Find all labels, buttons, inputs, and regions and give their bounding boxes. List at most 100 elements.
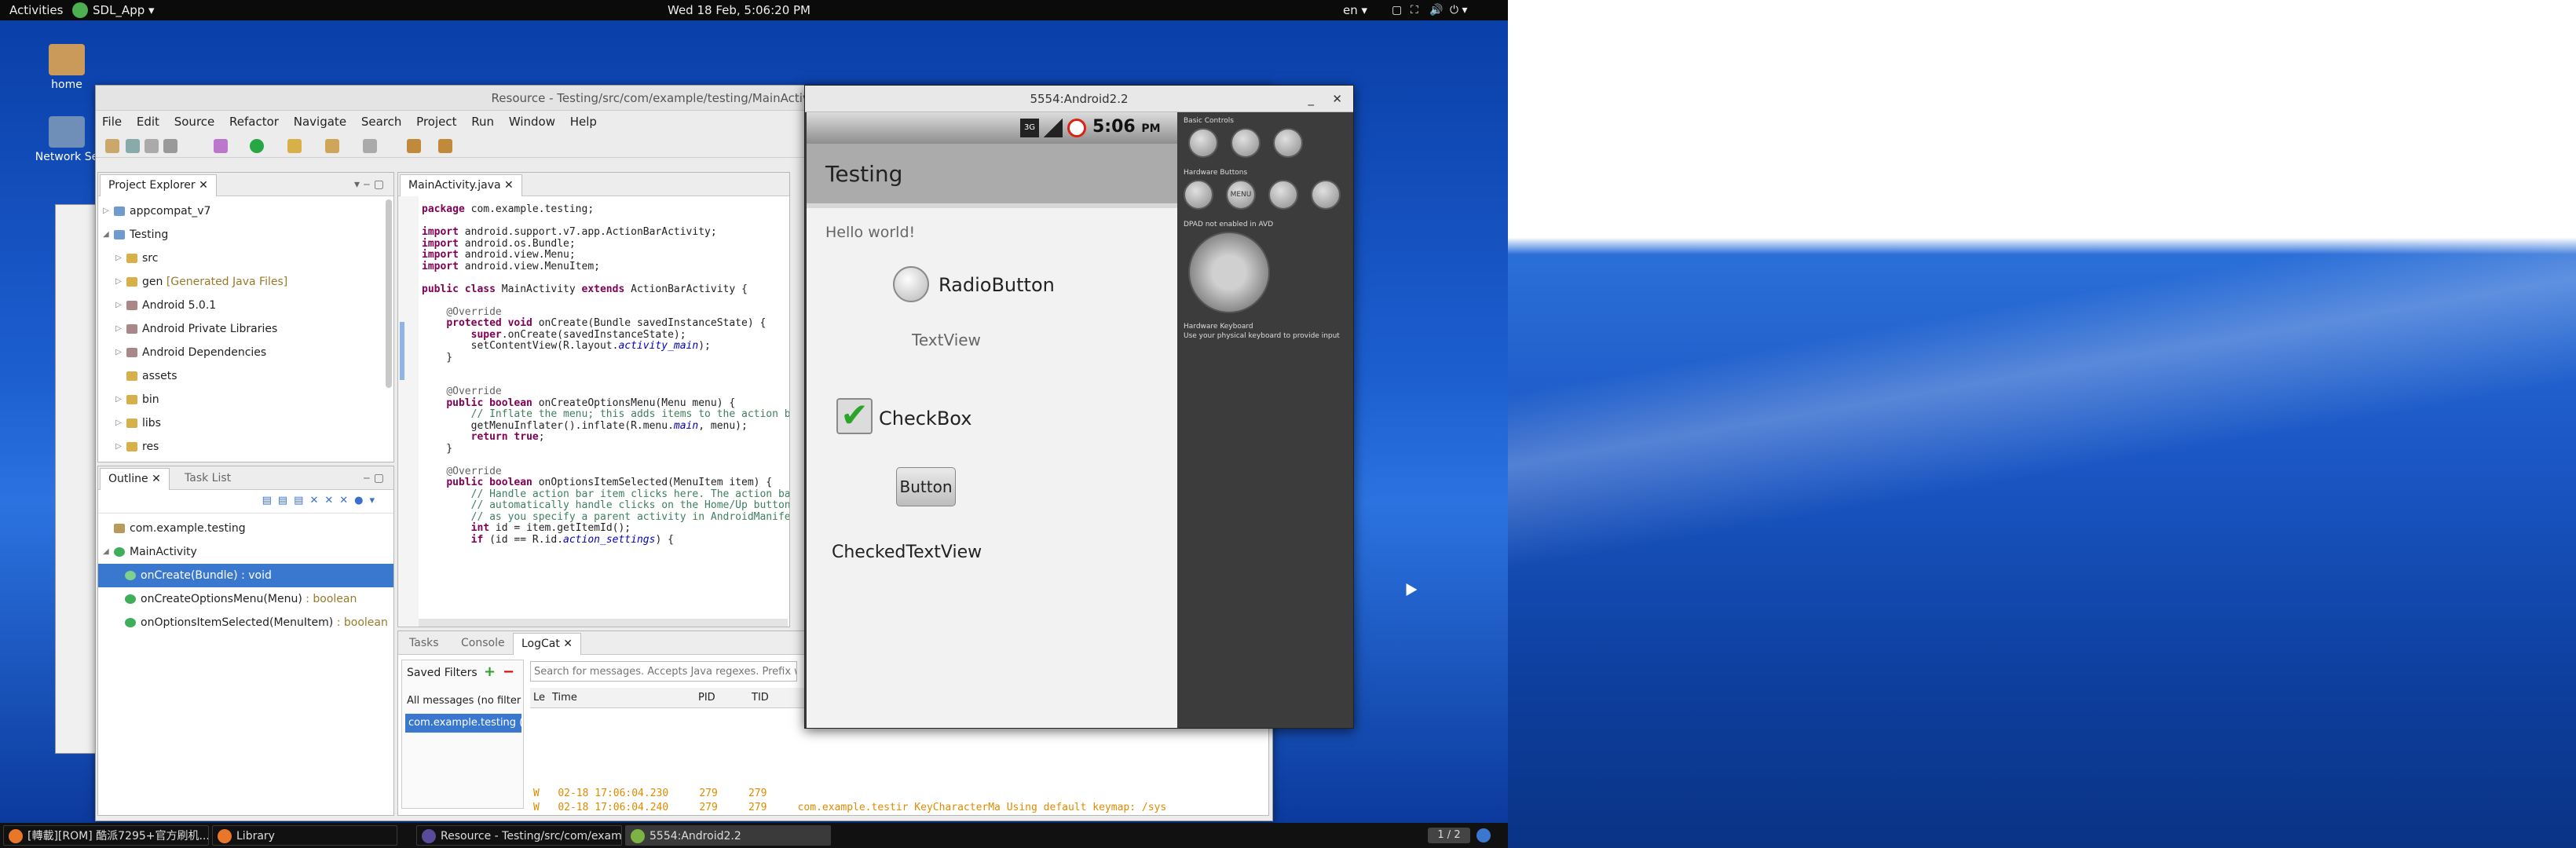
- tree-item-bin[interactable]: ▷ bin: [98, 388, 159, 411]
- collapse-icon[interactable]: ◢: [103, 223, 114, 247]
- explorer-scrollbar[interactable]: [386, 199, 392, 388]
- expand-icon[interactable]: ▷: [115, 411, 126, 435]
- new-icon[interactable]: [105, 139, 119, 153]
- outline-item-class[interactable]: ◢ MainActivity: [98, 540, 197, 564]
- print-icon[interactable]: [163, 139, 177, 153]
- radio-button[interactable]: [893, 266, 929, 302]
- column-tid[interactable]: TID: [752, 688, 769, 708]
- tab-tasks[interactable]: Tasks: [401, 633, 447, 655]
- navigate-icon[interactable]: [363, 139, 377, 153]
- tab-logcat[interactable]: LogCat ✕: [513, 633, 582, 655]
- volume-icon[interactable]: 🔊: [1429, 0, 1443, 20]
- task-browser-rom[interactable]: [轉載][ROM] 酷派7295+官方刷机...: [3, 825, 209, 846]
- filter-com-example-testing[interactable]: com.example.testing (: [405, 714, 521, 733]
- tree-item-testing[interactable]: ◢ Testing: [98, 223, 168, 247]
- tree-item-dependencies[interactable]: ▷ Android Dependencies: [98, 341, 266, 364]
- tree-item-appcompat[interactable]: ▷ appcompat_v7: [98, 199, 210, 223]
- close-icon[interactable]: ✕: [1332, 86, 1342, 112]
- home-button[interactable]: [1184, 180, 1213, 210]
- menu-project[interactable]: Project: [416, 115, 456, 129]
- menu-refactor[interactable]: Refactor: [229, 115, 279, 129]
- outline-item-oncreateoptionsmenu[interactable]: onCreateOptionsMenu(Menu) : boolean: [98, 587, 357, 611]
- language-indicator[interactable]: en ▾: [1343, 0, 1367, 20]
- expand-icon[interactable]: ▷: [115, 388, 126, 411]
- task-eclipse[interactable]: Resource - Testing/src/com/exam...: [416, 825, 622, 846]
- expand-icon[interactable]: ▷: [115, 341, 126, 364]
- code-area[interactable]: package com.example.testing; import andr…: [422, 203, 789, 546]
- power-icon[interactable]: ⏻ ▾: [1450, 0, 1468, 20]
- tab-task-list[interactable]: Task List: [177, 468, 239, 490]
- minimize-icon[interactable]: _: [1308, 86, 1315, 112]
- expand-icon[interactable]: ▷: [115, 270, 126, 294]
- tab-mainactivity-java[interactable]: MainActivity.java ✕: [400, 174, 522, 196]
- app-menu[interactable]: SDL_App ▾: [93, 0, 155, 20]
- log-row[interactable]: W 02-18 17:06:04.230 279 279: [533, 788, 767, 800]
- expand-icon[interactable]: ▷: [103, 199, 114, 223]
- debug-icon[interactable]: [214, 139, 228, 153]
- remove-filter-icon[interactable]: −: [503, 663, 514, 680]
- emulator-title-bar[interactable]: 5554:Android2.2 _ ✕: [805, 86, 1353, 112]
- menu-navigate[interactable]: Navigate: [294, 115, 346, 129]
- power-button[interactable]: [1273, 128, 1303, 158]
- column-pid[interactable]: PID: [698, 688, 715, 708]
- dpad-control[interactable]: [1188, 232, 1270, 313]
- tab-project-explorer[interactable]: Project Explorer ✕: [100, 174, 217, 196]
- tree-item-res[interactable]: ▷ res: [98, 435, 159, 459]
- outline-item-onoptionsitemselected[interactable]: onOptionsItemSelected(MenuItem) : boolea…: [98, 611, 388, 634]
- menu-source[interactable]: Source: [174, 115, 215, 129]
- column-time[interactable]: Time: [552, 688, 577, 708]
- back-arrow-icon[interactable]: [407, 139, 421, 153]
- outline-item-oncreate[interactable]: onCreate(Bundle) : void: [98, 564, 393, 587]
- checked-textview[interactable]: CheckedTextView: [832, 543, 982, 562]
- menu-search[interactable]: Search: [361, 115, 402, 129]
- expand-icon[interactable]: ▷: [115, 317, 126, 341]
- volume-up-button[interactable]: [1231, 128, 1261, 158]
- menu-button[interactable]: MENU: [1226, 180, 1256, 210]
- task-library[interactable]: Library: [212, 825, 397, 846]
- logcat-search-input[interactable]: [530, 661, 797, 682]
- activities-button[interactable]: Activities: [9, 0, 63, 20]
- panel-window-controls[interactable]: ‒ ▢: [363, 466, 384, 490]
- tree-item-android-sdk[interactable]: ▷ Android 5.0.1: [98, 294, 216, 317]
- expand-icon[interactable]: ▷: [115, 294, 126, 317]
- expand-icon[interactable]: ▷: [115, 435, 126, 459]
- editor-horizontal-scrollbar[interactable]: [419, 619, 788, 627]
- clock[interactable]: Wed 18 Feb, 5:06:20 PM: [668, 0, 810, 20]
- menu-run[interactable]: Run: [471, 115, 494, 129]
- search-button[interactable]: [1311, 180, 1341, 210]
- tree-item-src[interactable]: ▷ src: [98, 247, 158, 270]
- search-icon[interactable]: [325, 139, 339, 153]
- network-icon[interactable]: ⛶: [1411, 0, 1418, 20]
- tree-item-gen[interactable]: ▷ gen [Generated Java Files]: [98, 270, 287, 294]
- save-all-icon[interactable]: [145, 139, 159, 153]
- column-level[interactable]: Le: [533, 688, 545, 708]
- save-icon[interactable]: [126, 139, 140, 153]
- android-emulator-window[interactable]: 5554:Android2.2 _ ✕ 3G 5:06 PM Testing H…: [804, 85, 1354, 729]
- tab-console[interactable]: Console: [453, 633, 513, 655]
- android-button[interactable]: Button: [896, 467, 956, 506]
- window-icon[interactable]: ▢: [1392, 0, 1402, 20]
- menu-edit[interactable]: Edit: [137, 115, 159, 129]
- emulator-screen[interactable]: 3G 5:06 PM Testing Hello world! RadioBut…: [807, 112, 1177, 728]
- desktop-icon-home[interactable]: home: [24, 44, 110, 91]
- outline-filter-icons[interactable]: ▤▤▤✕✕✕●▾: [262, 495, 381, 506]
- log-row[interactable]: W 02-18 17:06:04.240 279 279 com.example…: [533, 802, 1166, 814]
- tree-item-libs[interactable]: ▷ libs: [98, 411, 161, 435]
- notification-icon[interactable]: [1476, 828, 1491, 843]
- back-button[interactable]: [1268, 180, 1298, 210]
- menu-help[interactable]: Help: [570, 115, 597, 129]
- tab-outline[interactable]: Outline ✕: [100, 468, 170, 490]
- collapse-icon[interactable]: ◢: [103, 540, 114, 564]
- workspace-pager[interactable]: 1 / 2: [1428, 828, 1470, 843]
- volume-down-button[interactable]: [1188, 128, 1218, 158]
- run-icon[interactable]: [250, 139, 264, 153]
- tree-item-private-libs[interactable]: ▷ Android Private Libraries: [98, 317, 277, 341]
- panel-window-controls[interactable]: ▾ ‒ ▢: [354, 173, 384, 196]
- tree-item-assets[interactable]: assets: [98, 364, 177, 388]
- expand-icon[interactable]: ▷: [115, 247, 126, 270]
- checkbox-checked[interactable]: ✔: [836, 398, 873, 434]
- open-folder-icon[interactable]: [287, 139, 302, 153]
- menu-window[interactable]: Window: [509, 115, 555, 129]
- menu-file[interactable]: File: [102, 115, 122, 129]
- task-emulator[interactable]: 5554:Android2.2: [625, 825, 831, 846]
